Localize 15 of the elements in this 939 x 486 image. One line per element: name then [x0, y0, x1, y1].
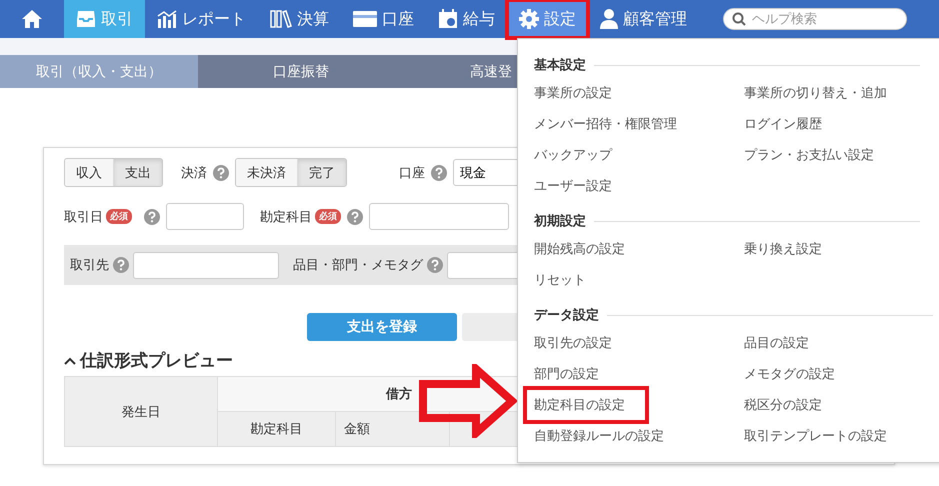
section-heading: データ設定 [534, 306, 599, 324]
required-badge: 必須 [315, 209, 341, 224]
section-heading: 基本設定 [534, 56, 586, 74]
table-header: 勘定科目 [218, 412, 336, 446]
required-badge: 必須 [106, 209, 132, 224]
field-label: 決済 [181, 164, 207, 182]
field-label: 口座 [399, 164, 425, 182]
field-label: 勘定科目 [260, 208, 312, 226]
field-label: 取引先 [70, 257, 109, 274]
field-label: 取引日 [64, 208, 103, 226]
field-label: 品目・部門・メモタグ [293, 257, 423, 274]
preview-title: 仕訳形式プレビュー [80, 350, 233, 372]
table-header: 発生日 [64, 376, 218, 446]
table-header: 金額 [336, 412, 450, 446]
section-heading: 初期設定 [534, 212, 586, 230]
